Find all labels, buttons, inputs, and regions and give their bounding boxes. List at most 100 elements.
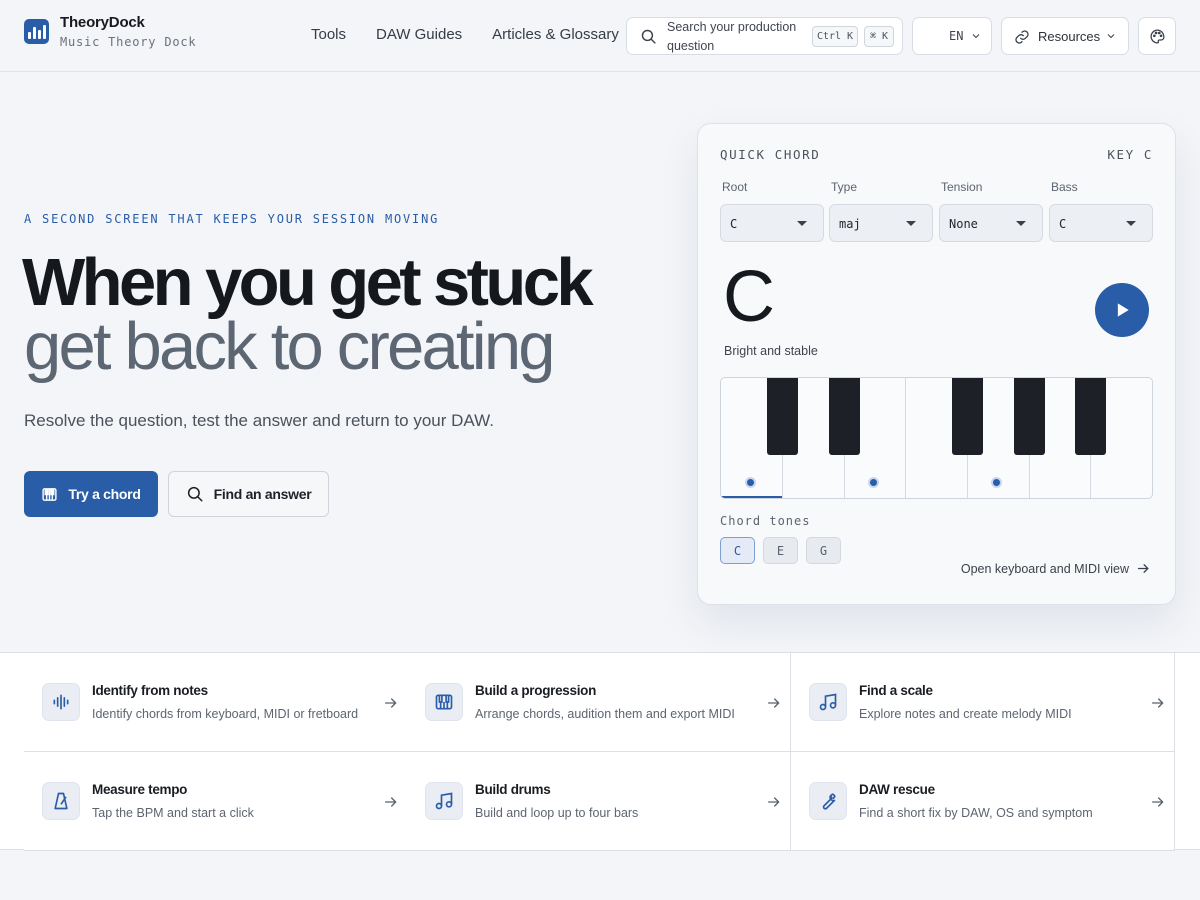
shortcut-cmd-k: ⌘ K bbox=[864, 26, 894, 47]
tool-daw-rescue[interactable]: DAW rescue Find a short fix by DAW, OS a… bbox=[791, 752, 1175, 851]
quick-chord-card: QUICK CHORD KEY C Root Type Tension Bass… bbox=[697, 123, 1176, 605]
metronome-icon bbox=[42, 782, 80, 820]
tool-description: Tap the BPM and start a click bbox=[92, 806, 254, 820]
bass-label: Bass bbox=[1051, 180, 1078, 194]
tool-build-a-progression[interactable]: Build a progression Arrange chords, audi… bbox=[407, 653, 791, 752]
note-marker-e bbox=[868, 477, 879, 488]
tool-title: Identify from notes bbox=[92, 683, 208, 698]
black-key-g-sharp[interactable] bbox=[1014, 378, 1045, 455]
hero-eyebrow: A SECOND SCREEN THAT KEEPS YOUR SESSION … bbox=[24, 212, 440, 226]
tools-grid: Identify from notes Identify chords from… bbox=[0, 652, 1200, 851]
piano-keyboard bbox=[720, 377, 1153, 499]
dropdown-arrow-icon bbox=[906, 221, 916, 226]
link-icon bbox=[1015, 30, 1029, 44]
nav-tools[interactable]: Tools bbox=[311, 26, 346, 43]
nav-articles-glossary[interactable]: Articles & Glossary bbox=[492, 26, 619, 43]
arrow-right-icon bbox=[768, 797, 780, 807]
waveform-icon bbox=[42, 683, 80, 721]
tool-identify-from-notes[interactable]: Identify from notes Identify chords from… bbox=[24, 653, 408, 752]
tool-description: Explore notes and create melody MIDI bbox=[859, 707, 1072, 721]
music-note-icon bbox=[809, 683, 847, 721]
hero-subtitle: get back to creating bbox=[24, 309, 556, 384]
tool-build-drums[interactable]: Build drums Build and loop up to four ba… bbox=[407, 752, 791, 851]
tool-description: Build and loop up to four bars bbox=[475, 806, 639, 820]
language-select[interactable]: EN bbox=[912, 17, 992, 55]
shortcut-ctrl-k: Ctrl K bbox=[812, 26, 858, 47]
type-value: maj bbox=[839, 217, 861, 231]
play-chord-button[interactable] bbox=[1095, 283, 1149, 337]
note-marker-c bbox=[745, 477, 756, 488]
chord-description: Bright and stable bbox=[724, 344, 818, 358]
find-an-answer-label: Find an answer bbox=[213, 486, 312, 502]
type-select[interactable]: maj bbox=[829, 204, 933, 242]
music-note-icon bbox=[425, 782, 463, 820]
bass-value: C bbox=[1059, 217, 1067, 231]
chord-tone-e[interactable]: E bbox=[763, 537, 798, 564]
arrow-right-icon bbox=[385, 698, 397, 708]
tool-title: Build a progression bbox=[475, 683, 597, 698]
tension-select[interactable]: None bbox=[939, 204, 1043, 242]
black-key-a-sharp[interactable] bbox=[1075, 378, 1106, 455]
search-placeholder: Search your production question bbox=[667, 20, 797, 53]
key-label: KEY C bbox=[1107, 147, 1153, 162]
brand-subtitle: Music Theory Dock bbox=[60, 35, 197, 49]
arrow-right-icon bbox=[1152, 797, 1164, 807]
root-label: Root bbox=[722, 180, 748, 194]
piano-icon bbox=[425, 683, 463, 721]
black-key-f-sharp[interactable] bbox=[952, 378, 983, 455]
palette-icon bbox=[1149, 28, 1165, 44]
brand[interactable]: TheoryDock Music Theory Dock bbox=[24, 14, 196, 49]
chord-tones-label: Chord tones bbox=[720, 514, 811, 528]
tool-description: Identify chords from keyboard, MIDI or f… bbox=[92, 707, 359, 721]
try-a-chord-label: Try a chord bbox=[68, 486, 141, 502]
theme-palette-button[interactable] bbox=[1138, 17, 1176, 55]
search-input[interactable]: Search your production question Ctrl K ⌘… bbox=[626, 17, 903, 55]
tension-value: None bbox=[949, 217, 978, 231]
tool-measure-tempo[interactable]: Measure tempo Tap the BPM and start a cl… bbox=[24, 752, 408, 851]
dropdown-arrow-icon bbox=[1016, 221, 1026, 226]
site-header: TheoryDock Music Theory Dock Tools DAW G… bbox=[0, 0, 1200, 72]
tool-title: Build drums bbox=[475, 782, 551, 797]
quick-chord-title: QUICK CHORD bbox=[720, 147, 821, 162]
arrow-right-icon bbox=[385, 797, 397, 807]
dropdown-arrow-icon bbox=[797, 221, 807, 226]
search-icon bbox=[187, 486, 203, 502]
arrow-right-icon bbox=[1152, 698, 1164, 708]
chevron-down-icon bbox=[1107, 34, 1115, 39]
chord-tone-g[interactable]: G bbox=[806, 537, 841, 564]
root-select[interactable]: C bbox=[720, 204, 824, 242]
tool-description: Find a short fix by DAW, OS and symptom bbox=[859, 806, 1093, 820]
dropdown-arrow-icon bbox=[1126, 221, 1136, 226]
wrench-icon bbox=[809, 782, 847, 820]
search-icon bbox=[641, 29, 656, 44]
nav-daw-guides[interactable]: DAW Guides bbox=[376, 26, 462, 43]
black-key-c-sharp[interactable] bbox=[767, 378, 798, 455]
tool-title: Measure tempo bbox=[92, 782, 188, 797]
brand-name: TheoryDock bbox=[60, 14, 145, 31]
main-nav: Tools DAW Guides Articles & Glossary bbox=[311, 26, 619, 43]
hero-lead: Resolve the question, test the answer an… bbox=[24, 411, 494, 430]
tension-label: Tension bbox=[941, 180, 983, 194]
chord-tone-c[interactable]: C bbox=[720, 537, 755, 564]
tool-find-a-scale[interactable]: Find a scale Explore notes and create me… bbox=[791, 653, 1175, 752]
note-marker-g bbox=[991, 477, 1002, 488]
find-an-answer-button[interactable]: Find an answer bbox=[168, 471, 329, 517]
arrow-right-icon bbox=[1137, 564, 1149, 573]
open-keyboard-midi-link[interactable]: Open keyboard and MIDI view bbox=[961, 561, 1151, 576]
piano-icon bbox=[42, 487, 57, 501]
tool-title: Find a scale bbox=[859, 683, 933, 698]
arrow-right-icon bbox=[768, 698, 780, 708]
hero-title: When you get stuck bbox=[22, 245, 594, 320]
resources-label: Resources bbox=[1038, 29, 1101, 44]
root-value: C bbox=[730, 217, 738, 231]
language-value: EN bbox=[949, 29, 964, 43]
try-a-chord-button[interactable]: Try a chord bbox=[24, 471, 158, 517]
chevron-down-icon bbox=[972, 34, 980, 39]
play-icon bbox=[1117, 303, 1129, 317]
tool-description: Arrange chords, audition them and export… bbox=[475, 707, 735, 721]
open-keyboard-midi-label: Open keyboard and MIDI view bbox=[960, 561, 1129, 576]
bar-chart-logo-icon bbox=[24, 19, 49, 44]
resources-menu[interactable]: Resources bbox=[1001, 17, 1129, 55]
bass-select[interactable]: C bbox=[1049, 204, 1153, 242]
black-key-d-sharp[interactable] bbox=[829, 378, 860, 455]
